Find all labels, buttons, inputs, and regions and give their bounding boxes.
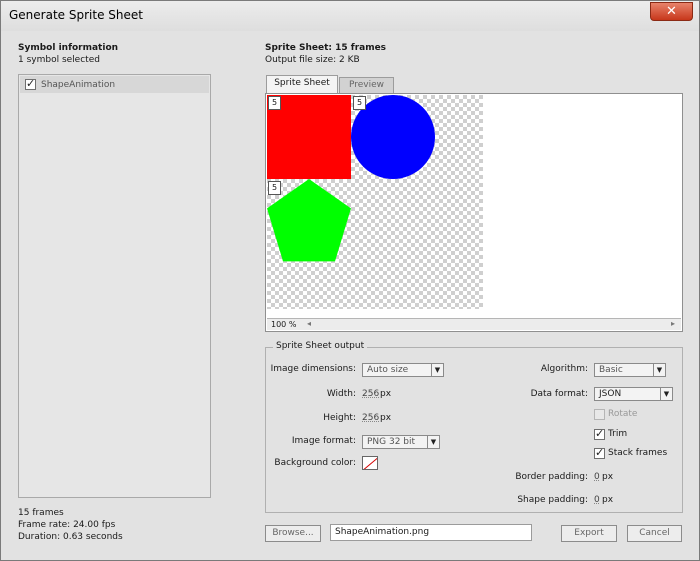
width-unit: px: [380, 389, 392, 399]
image-dimensions-value: Auto size: [367, 365, 409, 375]
image-dimensions-dropdown[interactable]: Auto size ▼: [362, 363, 444, 377]
symbols-selected-text: 1 symbol selected: [18, 55, 100, 65]
frame-rate: Frame rate: 24.00 fps: [18, 520, 116, 530]
algorithm-dropdown[interactable]: Basic ▼: [594, 363, 666, 377]
generate-sprite-sheet-dialog: Generate Sprite Sheet ✕ Symbol informati…: [0, 0, 700, 561]
chevron-down-icon: ▼: [427, 436, 439, 448]
chevron-down-icon: ▼: [431, 364, 443, 376]
chevron-down-icon: ▼: [653, 364, 665, 376]
background-color-label: Background color:: [274, 458, 356, 468]
output-group-label: Sprite Sheet output: [273, 341, 368, 351]
trim-checkbox[interactable]: [594, 427, 605, 440]
shape-padding-unit: px: [602, 495, 614, 505]
border-padding-unit: px: [602, 472, 614, 482]
output-file-size: Output file size: 2 KB: [265, 55, 360, 65]
list-item[interactable]: ShapeAnimation: [20, 76, 209, 93]
duration: Duration: 0.63 seconds: [18, 532, 123, 542]
background-color-swatch[interactable]: [362, 456, 378, 470]
shape-padding-value[interactable]: 0: [594, 495, 600, 505]
data-format-label: Data format:: [530, 389, 588, 399]
frame-badge: 5: [353, 96, 366, 110]
algorithm-label: Algorithm:: [540, 364, 588, 374]
trim-label: Trim: [608, 429, 628, 439]
stack-frames-checkbox[interactable]: [594, 446, 605, 459]
symbol-list[interactable]: ShapeAnimation: [18, 74, 211, 498]
border-padding-label: Border padding:: [515, 472, 588, 482]
data-format-dropdown[interactable]: JSON ▼: [594, 387, 673, 401]
close-button[interactable]: ✕: [650, 2, 693, 21]
image-format-dropdown[interactable]: PNG 32 bit ▼: [362, 435, 440, 449]
tab-preview[interactable]: Preview: [339, 77, 394, 94]
browse-button[interactable]: Browse...: [265, 525, 321, 542]
zoom-level[interactable]: 100 %: [271, 320, 296, 329]
image-format-value: PNG 32 bit: [367, 437, 416, 447]
stack-frames-label: Stack frames: [608, 448, 668, 458]
title-bar[interactable]: Generate Sprite Sheet ✕: [1, 1, 699, 31]
export-button[interactable]: Export: [561, 525, 617, 542]
chevron-down-icon: ▼: [660, 388, 672, 400]
cancel-button[interactable]: Cancel: [627, 525, 682, 542]
height-label: Height:: [323, 413, 356, 423]
border-padding-value[interactable]: 0: [594, 472, 600, 482]
frames-count: 15 frames: [18, 508, 64, 518]
sprite-sheet-preview: 5 5 5 100 % ◂ ▸: [265, 93, 683, 332]
symbol-info-heading: Symbol information: [18, 43, 119, 53]
horizontal-scrollbar[interactable]: 100 % ◂ ▸: [267, 318, 681, 330]
width-value[interactable]: 256: [362, 389, 379, 399]
scroll-left-icon[interactable]: ◂: [307, 319, 311, 328]
close-icon: ✕: [666, 4, 677, 19]
sprite-sheet-heading: Sprite Sheet: 15 frames: [265, 43, 387, 53]
frame-badge: 5: [268, 181, 281, 195]
width-label: Width:: [326, 389, 356, 399]
height-value[interactable]: 256: [362, 413, 379, 423]
image-format-label: Image format:: [291, 436, 356, 446]
output-filename-input[interactable]: ShapeAnimation.png: [330, 524, 532, 541]
data-format-value: JSON: [599, 389, 622, 399]
shape-padding-label: Shape padding:: [517, 495, 588, 505]
scroll-right-icon[interactable]: ▸: [671, 319, 675, 328]
rotate-label: Rotate: [608, 409, 638, 419]
rotate-checkbox[interactable]: [594, 409, 605, 420]
frame-badge: 5: [268, 96, 281, 110]
algorithm-value: Basic: [599, 365, 623, 375]
tab-sprite-sheet[interactable]: Sprite Sheet: [266, 75, 338, 94]
symbol-item-label: ShapeAnimation: [41, 80, 116, 90]
image-dimensions-label: Image dimensions:: [270, 364, 356, 374]
height-unit: px: [380, 413, 392, 423]
symbol-checkbox[interactable]: [25, 77, 36, 90]
window-title: Generate Sprite Sheet: [9, 8, 143, 22]
